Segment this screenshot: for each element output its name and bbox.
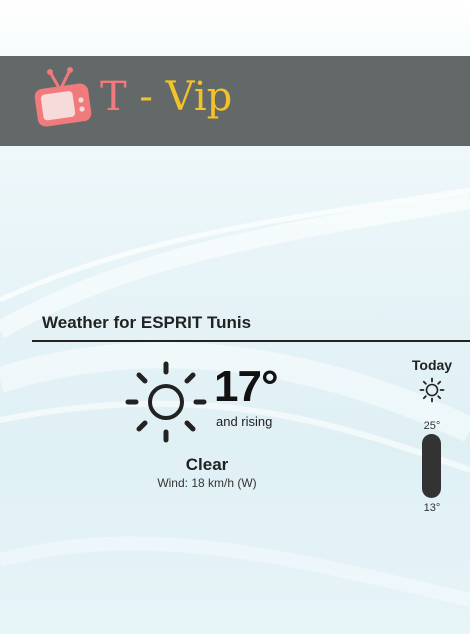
app-logo-text: T - Vip — [100, 72, 232, 122]
weather-divider — [32, 340, 470, 342]
logo-word-vip: Vip — [165, 74, 233, 120]
sun-icon — [419, 377, 445, 403]
temperature-trend: and rising — [216, 414, 273, 429]
logo-letter-t: T — [100, 74, 127, 120]
logo-dash: - — [139, 74, 153, 120]
weather-condition: Clear — [185, 455, 229, 474]
app-header: T - Vip — [0, 56, 470, 146]
forecast-today-label: Today — [411, 357, 453, 373]
temperature-range-bar — [422, 434, 441, 498]
tv-icon — [34, 67, 92, 127]
current-temperature: 17° — [214, 362, 279, 411]
sun-icon — [125, 361, 207, 443]
wind-info: Wind: 18 km/h (W) — [157, 476, 257, 490]
weather-title: Weather for ESPRIT Tunis — [42, 313, 252, 332]
today-high-temperature: 25° — [423, 420, 441, 432]
today-low-temperature: 13° — [423, 502, 441, 514]
